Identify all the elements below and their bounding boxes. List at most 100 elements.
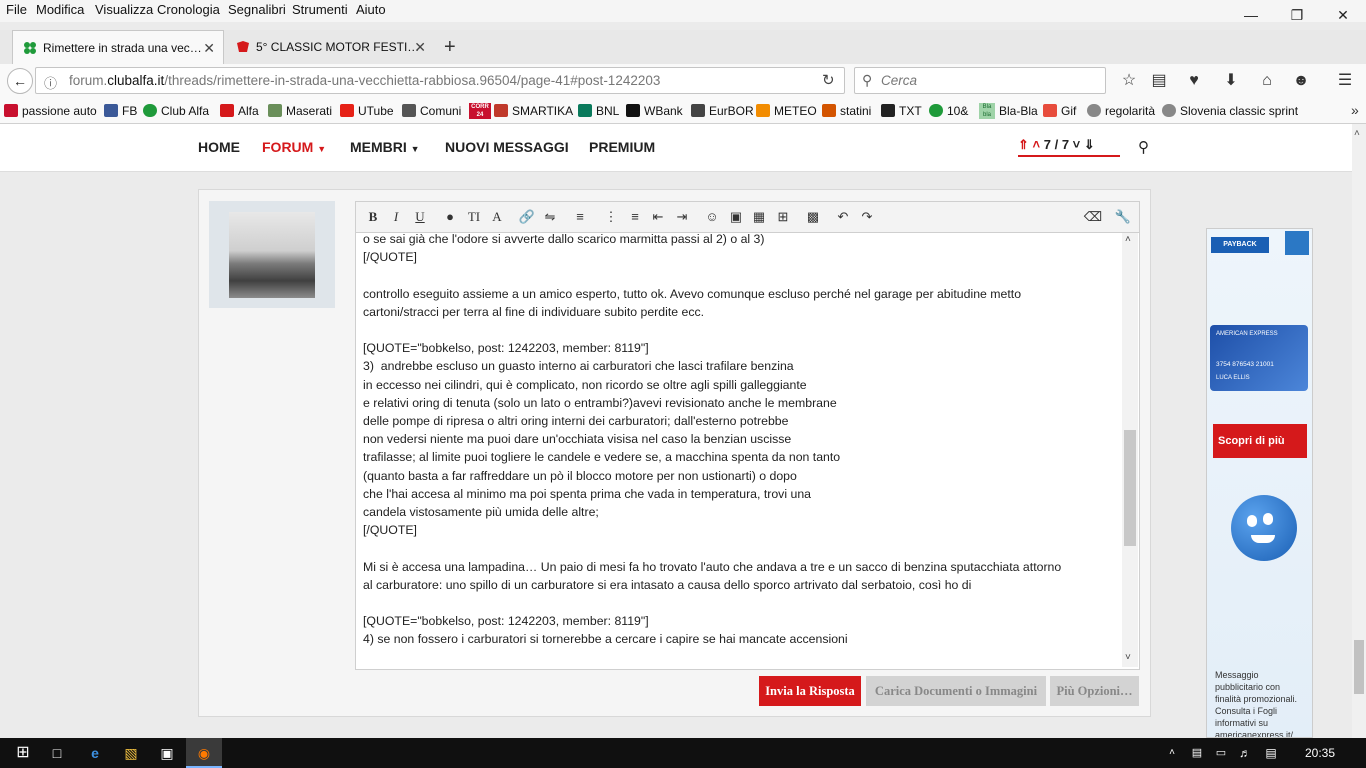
last-page-icon[interactable]: ⇓ — [1084, 137, 1095, 152]
pocket-icon[interactable]: ♥ — [1183, 70, 1205, 92]
smiley-icon[interactable]: ☺ — [702, 207, 722, 227]
page-scroll-up-icon[interactable]: ˄ — [1354, 128, 1360, 139]
reading-list-icon[interactable]: ▤ — [1148, 70, 1170, 92]
undo-icon[interactable]: ↶ — [833, 207, 853, 227]
bookmark-txt[interactable]: TXT — [881, 104, 922, 118]
menu-file[interactable]: File — [6, 2, 27, 17]
tab-rimettere[interactable]: Rimettere in strada una vec… ✕ — [12, 30, 224, 64]
bookmark-passione-auto[interactable]: passione auto — [4, 104, 97, 118]
bookmark-comuni[interactable]: Comuni — [402, 104, 461, 118]
ad-cta[interactable]: Scopri di più — [1213, 424, 1307, 458]
nav-forum[interactable]: FORUM ▼ — [262, 139, 326, 155]
bookmark-wbank[interactable]: WBank — [626, 104, 683, 118]
menu-strumenti[interactable]: Strumenti — [292, 2, 348, 17]
bookmark-10[interactable]: 10& — [929, 104, 968, 118]
font-family-icon[interactable]: A — [487, 207, 507, 227]
corriere-icon[interactable]: CORR 24 — [469, 103, 491, 119]
bookmark-fb[interactable]: FB — [104, 104, 137, 118]
minimize-icon[interactable]: — — [1228, 4, 1274, 26]
bookmark-gif[interactable]: Gif — [1043, 104, 1076, 118]
account-icon[interactable]: ☻ — [1290, 70, 1312, 92]
search-box[interactable]: ⚲ Cerca — [854, 67, 1106, 94]
bookmark-smartika[interactable]: SMARTIKA — [494, 104, 573, 118]
battery-icon[interactable]: ▭ — [1212, 738, 1230, 768]
nav-home[interactable]: HOME — [198, 139, 240, 155]
scroll-down-icon[interactable]: ˅ — [1125, 652, 1131, 663]
more-options-button[interactable]: Più Opzioni… — [1050, 676, 1139, 706]
editor-scroll-thumb[interactable] — [1124, 430, 1136, 546]
bookmarks-overflow-icon[interactable]: » — [1351, 102, 1359, 118]
tray-chevron-icon[interactable]: ˄ — [1164, 738, 1180, 768]
wrench-icon[interactable]: 🔧 — [1113, 207, 1133, 227]
bookmark-maserati[interactable]: Maserati — [268, 104, 332, 118]
bookmark-slovenia[interactable]: Slovenia classic sprint — [1162, 104, 1298, 118]
bookmark-meteo[interactable]: METEO — [756, 104, 817, 118]
outdent-icon[interactable]: ⇤ — [648, 207, 668, 227]
menu-visualizza[interactable]: Visualizza — [95, 2, 153, 17]
underline-icon[interactable]: U — [410, 207, 430, 227]
reload-icon[interactable]: ↻ — [822, 71, 835, 89]
url-bar[interactable]: ⓘ forum.clubalfa.it/threads/rimettere-in… — [35, 67, 845, 94]
back-icon[interactable]: ← — [7, 68, 33, 94]
eraser-icon[interactable]: ⌫ — [1083, 207, 1103, 227]
media-icon[interactable]: ▦ — [749, 207, 769, 227]
store-icon[interactable]: ▣ — [152, 738, 182, 768]
upload-button[interactable]: Carica Documenti o Immagini — [866, 676, 1046, 706]
edge-icon[interactable]: e — [80, 738, 110, 768]
page-scroll-thumb[interactable] — [1354, 640, 1364, 694]
home-icon[interactable]: ⌂ — [1256, 70, 1278, 92]
bookmark-star-icon[interactable]: ☆ — [1118, 70, 1140, 92]
bookmark-regolarita[interactable]: regolarità — [1087, 104, 1155, 118]
save-draft-icon[interactable]: ▩ — [803, 207, 823, 227]
bookmark-club-alfa[interactable]: Club Alfa — [143, 104, 209, 118]
bookmark-eurbor[interactable]: EurBOR — [691, 104, 754, 118]
tab-classic-motor[interactable]: 5° CLASSIC MOTOR FESTI… ✕ — [226, 30, 434, 64]
close-window-icon[interactable]: ✕ — [1320, 4, 1366, 26]
text-color-icon[interactable]: ● — [440, 207, 460, 227]
italic-icon[interactable]: I — [386, 207, 406, 227]
bold-icon[interactable]: B — [363, 207, 383, 227]
tab-close-icon[interactable]: ✕ — [414, 30, 426, 64]
first-page-icon[interactable]: ⇑ — [1018, 137, 1029, 152]
menu-cronologia[interactable]: Cronologia — [157, 2, 220, 17]
image-icon[interactable]: ▣ — [726, 207, 746, 227]
info-icon[interactable]: ⓘ — [44, 73, 57, 92]
bookmark-alfa[interactable]: Alfa — [220, 104, 259, 118]
nav-membri[interactable]: MEMBRI ▼ — [350, 139, 420, 155]
editor-text[interactable]: o se sai già che l'odore si avverte dall… — [363, 230, 1123, 667]
file-explorer-icon[interactable]: ▧ — [116, 738, 146, 768]
scroll-up-icon[interactable]: ˄ — [1125, 234, 1131, 245]
bookmark-utube[interactable]: UTube — [340, 104, 394, 118]
menu-modifica[interactable]: Modifica — [36, 2, 84, 17]
insert-icon[interactable]: ⊞ — [773, 207, 793, 227]
bullet-list-icon[interactable]: ⋮ — [601, 207, 621, 227]
send-reply-button[interactable]: Invia la Risposta — [759, 676, 861, 706]
bookmark-statini[interactable]: statini — [822, 104, 871, 118]
download-icon[interactable]: ⬇ — [1220, 70, 1242, 92]
avatar[interactable] — [229, 212, 315, 298]
unlink-icon[interactable]: ⇋ — [540, 207, 560, 227]
notifications-icon[interactable]: ▤ — [1262, 738, 1280, 768]
redo-icon[interactable]: ↷ — [857, 207, 877, 227]
menu-segnalibri[interactable]: Segnalibri — [228, 2, 286, 17]
windows-start-icon[interactable]: ⊞ — [6, 738, 40, 768]
tab-close-icon[interactable]: ✕ — [203, 31, 215, 64]
menu-aiuto[interactable]: Aiuto — [356, 2, 386, 17]
indent-icon[interactable]: ⇥ — [672, 207, 692, 227]
prev-page-icon[interactable]: ˄ — [1033, 137, 1041, 152]
restore-icon[interactable]: ❐ — [1274, 4, 1320, 26]
firefox-icon[interactable]: ◉ — [186, 738, 222, 768]
font-size-icon[interactable]: TI — [464, 207, 484, 227]
nav-premium[interactable]: PREMIUM — [589, 139, 655, 155]
numbered-list-icon[interactable]: ≡ — [625, 207, 645, 227]
bookmark-bla-bla[interactable]: Bla-Bla — [999, 104, 1038, 118]
task-view-icon[interactable]: □ — [42, 738, 72, 768]
hamburger-menu-icon[interactable]: ☰ — [1334, 70, 1356, 92]
link-icon[interactable]: 🔗 — [517, 207, 537, 227]
align-icon[interactable]: ≡ — [570, 207, 590, 227]
search-icon[interactable]: ⚲ — [1138, 138, 1149, 156]
volume-icon[interactable]: ♬ — [1236, 738, 1254, 768]
network-icon[interactable]: ▤ — [1188, 738, 1206, 768]
nav-nuovi-messaggi[interactable]: NUOVI MESSAGGI — [445, 139, 569, 155]
advert[interactable]: PAYBACK AMERICAN EXPRESS 3754 876543 210… — [1206, 228, 1313, 738]
